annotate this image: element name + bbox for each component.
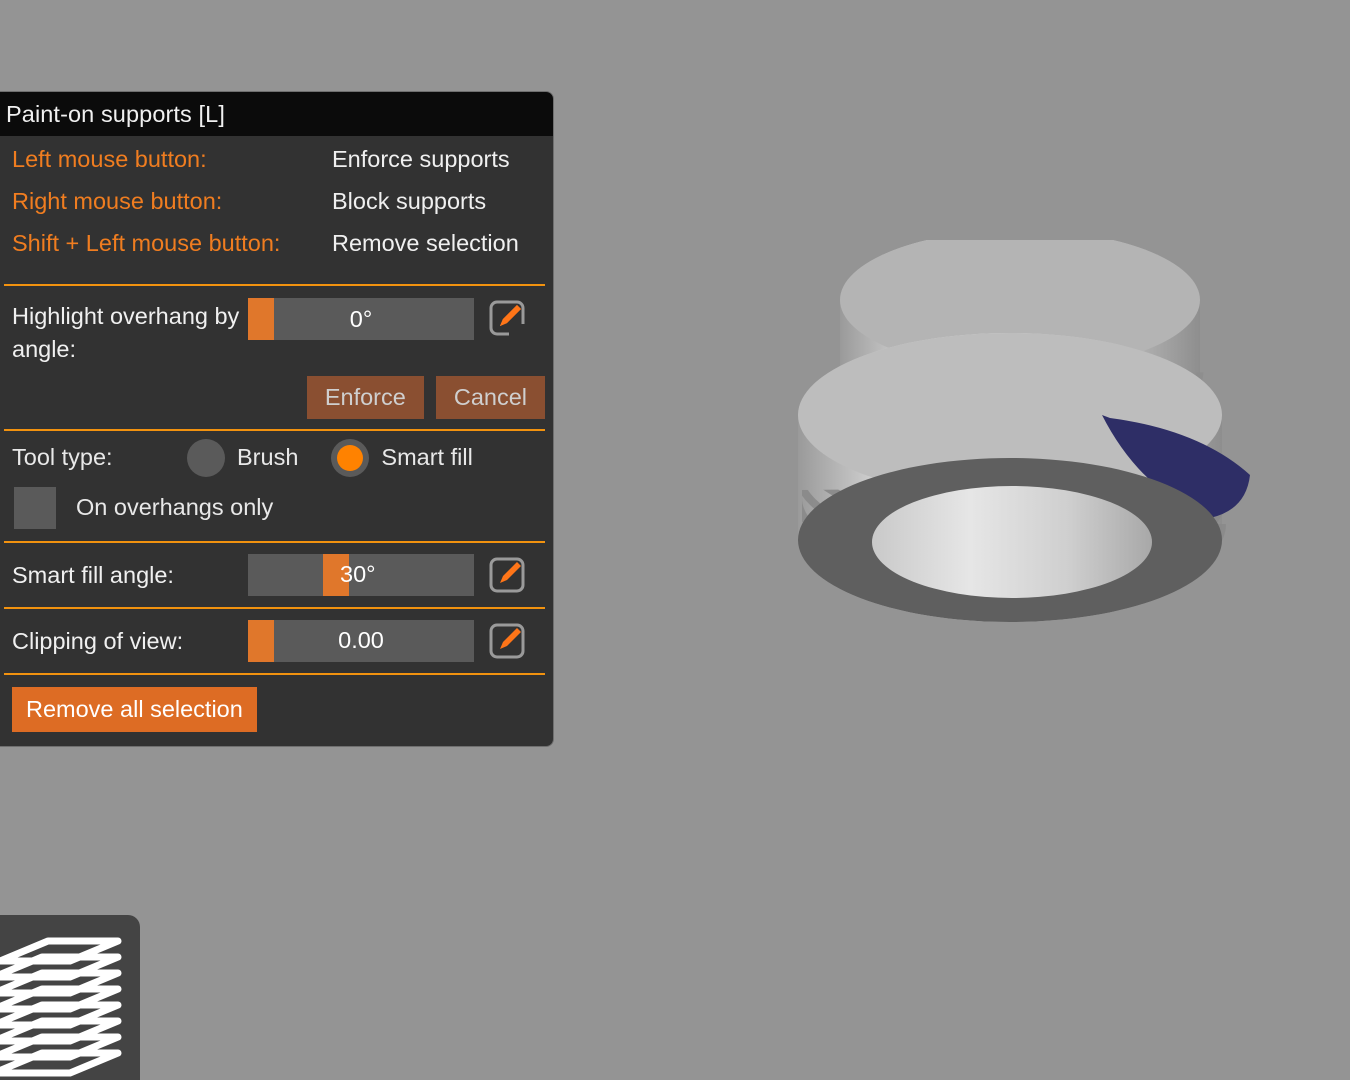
- pencil-edit-icon[interactable]: [487, 555, 527, 595]
- radio-option-smart-fill[interactable]: Smart fill: [331, 438, 473, 477]
- tool-type-row: Tool type: Brush Smart fill: [0, 431, 553, 483]
- hint-row: Shift + Left mouse button: Remove select…: [0, 230, 553, 272]
- panel-title: Paint-on supports [L]: [6, 100, 225, 127]
- slider-handle[interactable]: [248, 298, 274, 340]
- smart-fill-angle-label: Smart fill angle:: [12, 561, 174, 588]
- highlight-overhang-slider[interactable]: 0°: [248, 298, 474, 340]
- model-bottom-face: [798, 458, 1222, 622]
- clipping-of-view-value: 0.00: [338, 627, 384, 654]
- highlight-overhang-label: Highlight overhang by angle:: [12, 303, 240, 362]
- hint-value-right-mouse: Block supports: [332, 188, 487, 214]
- slider-handle[interactable]: [323, 553, 349, 596]
- highlight-overhang-value: 0°: [349, 305, 373, 332]
- mouse-hints: Left mouse button: Enforce supports Righ…: [0, 136, 553, 284]
- panel-titlebar: Paint-on supports [L]: [0, 92, 553, 136]
- radio-brush-icon[interactable]: [187, 438, 225, 477]
- radio-smart-fill-icon[interactable]: [331, 438, 370, 477]
- hint-value-shift-left-mouse: Remove selection: [332, 230, 519, 256]
- layers-view-button[interactable]: [0, 915, 140, 1080]
- cancel-button[interactable]: Cancel: [435, 375, 545, 419]
- hint-key-right-mouse: Right mouse button:: [12, 188, 223, 214]
- hint-row: Right mouse button: Block supports: [0, 188, 553, 230]
- on-overhangs-only-checkbox[interactable]: [14, 486, 56, 529]
- highlight-overhang-row: Highlight overhang by angle: 0°: [0, 286, 553, 370]
- enforce-button[interactable]: Enforce: [306, 375, 424, 419]
- model-threaded-bushing[interactable]: [780, 240, 1310, 650]
- radio-smart-fill-label: Smart fill: [381, 444, 473, 471]
- radio-brush-label: Brush: [237, 444, 299, 471]
- pencil-edit-icon[interactable]: [487, 621, 527, 661]
- remove-all-selection-button[interactable]: Remove all selection: [12, 686, 257, 732]
- clipping-of-view-label: Clipping of view:: [12, 627, 184, 654]
- on-overhangs-only-row[interactable]: On overhangs only: [0, 483, 553, 541]
- smart-fill-angle-slider[interactable]: 30°: [248, 553, 474, 596]
- clipping-of-view-slider[interactable]: 0.00: [248, 619, 474, 662]
- slider-handle[interactable]: [248, 619, 274, 662]
- tool-type-label: Tool type:: [12, 444, 113, 471]
- hint-value-left-mouse: Enforce supports: [332, 146, 510, 172]
- hint-row: Left mouse button: Enforce supports: [0, 146, 553, 188]
- clipping-of-view-row: Clipping of view: 0.00: [0, 609, 553, 673]
- hint-key-left-mouse: Left mouse button:: [12, 146, 207, 172]
- paint-on-supports-panel: Paint-on supports [L] Left mouse button:…: [0, 92, 553, 746]
- hint-key-shift-left-mouse: Shift + Left mouse button:: [12, 230, 281, 256]
- enforce-cancel-row: Enforce Cancel: [0, 370, 553, 429]
- smart-fill-angle-row: Smart fill angle: 30°: [0, 543, 553, 607]
- radio-option-brush[interactable]: Brush: [187, 438, 299, 477]
- on-overhangs-only-label: On overhangs only: [76, 494, 274, 521]
- layers-stack-icon: [0, 937, 122, 1077]
- remove-all-selection-row: Remove all selection: [0, 675, 553, 746]
- pencil-edit-icon[interactable]: [487, 298, 527, 338]
